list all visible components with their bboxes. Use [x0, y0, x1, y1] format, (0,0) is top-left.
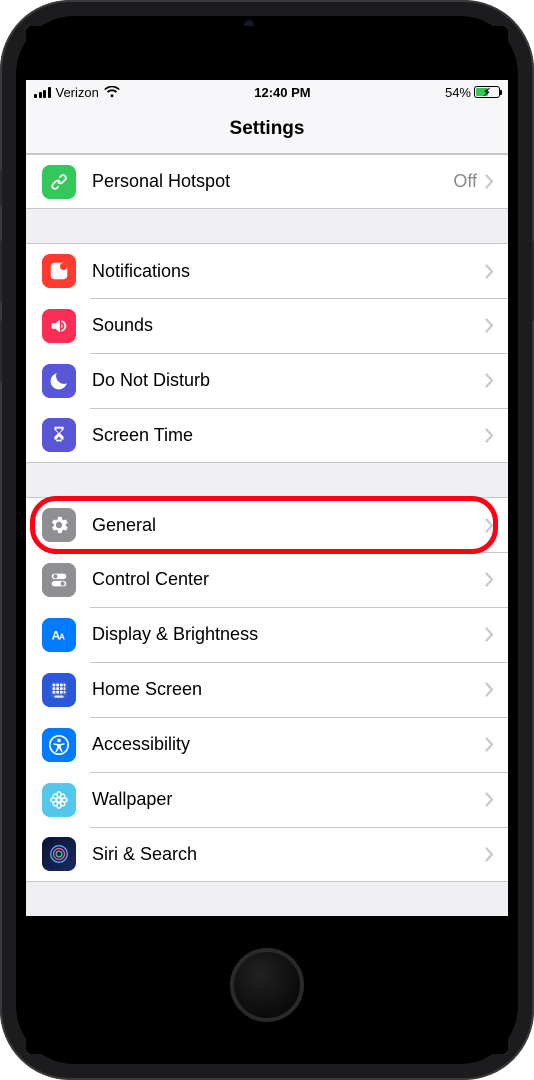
signal-icon	[34, 87, 51, 98]
chevron-right-icon	[485, 174, 494, 189]
settings-row-do-not-disturb[interactable]: Do Not Disturb	[26, 353, 508, 408]
toggles-icon	[42, 563, 76, 597]
status-bar: Verizon 12:40 PM 54% ⚡︎	[26, 80, 508, 104]
flower-icon	[42, 783, 76, 817]
carrier-label: Verizon	[56, 85, 99, 100]
volume-up-button	[0, 240, 2, 302]
chevron-right-icon	[485, 847, 494, 862]
link-icon	[42, 165, 76, 199]
row-label: Display & Brightness	[92, 624, 485, 645]
svg-text:A: A	[59, 632, 65, 641]
row-label: Personal Hotspot	[92, 171, 453, 192]
settings-list[interactable]: Personal HotspotOff Notifications Sounds Do…	[26, 154, 508, 916]
chevron-right-icon	[485, 518, 494, 533]
settings-row-home-screen[interactable]: Home Screen	[26, 662, 508, 717]
battery-icon: ⚡︎	[474, 86, 500, 98]
accessibility-icon	[42, 728, 76, 762]
settings-row-sounds[interactable]: Sounds	[26, 298, 508, 353]
home-button[interactable]	[230, 948, 304, 1022]
settings-row-personal-hotspot[interactable]: Personal HotspotOff	[26, 154, 508, 209]
chevron-right-icon	[485, 318, 494, 333]
chevron-right-icon	[485, 373, 494, 388]
row-label: Wallpaper	[92, 789, 485, 810]
moon-icon	[42, 364, 76, 398]
chevron-right-icon	[485, 792, 494, 807]
notification-icon	[42, 254, 76, 288]
settings-row-accessibility[interactable]: Accessibility	[26, 717, 508, 772]
speaker-icon	[42, 309, 76, 343]
settings-row-notifications[interactable]: Notifications	[26, 243, 508, 298]
row-label: Notifications	[92, 261, 485, 282]
settings-row-general[interactable]: General	[26, 497, 508, 552]
grid-icon	[42, 673, 76, 707]
row-label: Screen Time	[92, 425, 485, 446]
settings-row-siri-search[interactable]: Siri & Search	[26, 827, 508, 882]
text-size-icon: AA	[42, 618, 76, 652]
mute-switch	[0, 170, 2, 206]
clock: 12:40 PM	[254, 85, 310, 100]
row-label: Home Screen	[92, 679, 485, 700]
hourglass-icon	[42, 418, 76, 452]
volume-down-button	[0, 320, 2, 382]
chevron-right-icon	[485, 627, 494, 642]
battery-percentage: 54%	[445, 85, 471, 100]
settings-row-wallpaper[interactable]: Wallpaper	[26, 772, 508, 827]
siri-icon	[42, 837, 76, 871]
row-label: Siri & Search	[92, 844, 485, 865]
row-label: Control Center	[92, 569, 485, 590]
chevron-right-icon	[485, 428, 494, 443]
row-value: Off	[453, 171, 477, 192]
row-label: General	[92, 515, 485, 536]
chevron-right-icon	[485, 737, 494, 752]
gear-icon	[42, 508, 76, 542]
row-label: Sounds	[92, 315, 485, 336]
wifi-icon	[104, 86, 120, 98]
page-title: Settings	[26, 104, 508, 154]
settings-row-control-center[interactable]: Control Center	[26, 552, 508, 607]
chevron-right-icon	[485, 682, 494, 697]
settings-row-screen-time[interactable]: Screen Time	[26, 408, 508, 463]
settings-row-display-brightness[interactable]: AA Display & Brightness	[26, 607, 508, 662]
phone-frame: Verizon 12:40 PM 54% ⚡︎ Settings Perso	[0, 0, 534, 1080]
chevron-right-icon	[485, 572, 494, 587]
chevron-right-icon	[485, 264, 494, 279]
row-label: Do Not Disturb	[92, 370, 485, 391]
row-label: Accessibility	[92, 734, 485, 755]
